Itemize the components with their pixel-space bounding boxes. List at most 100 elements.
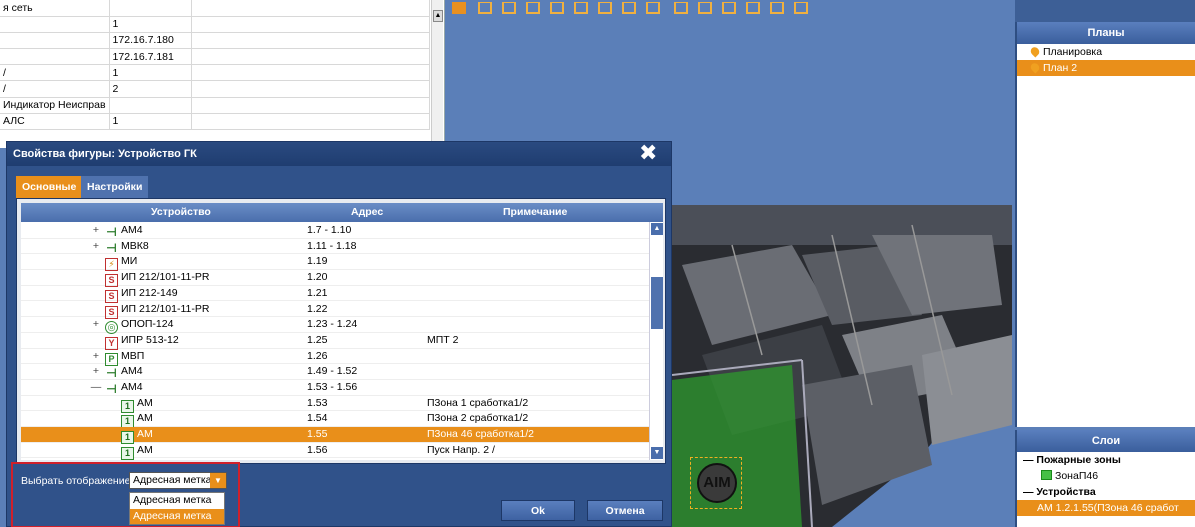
property-grid: я сеть 1 172.16.7.180 172.16.7.181/1/2 Индик… [0,0,445,148]
property-row[interactable]: Индикатор Неисправ [0,97,431,114]
expand-icon[interactable]: + [89,223,103,239]
copy-tool-icon[interactable] [598,2,612,14]
close-icon[interactable]: ✖ [639,142,657,164]
polygon-tool-icon[interactable] [698,2,712,14]
tab-main[interactable]: Основные [16,176,83,198]
device-row[interactable]: 1 АМ 1.53 П3она 1 сработка1/2 [21,396,649,413]
device-cell: ⚡ МИ [89,254,137,272]
property-extra [191,97,431,114]
property-grid-scrollbar[interactable]: ▲ [431,0,443,148]
property-value[interactable]: 1 [109,113,192,131]
property-value[interactable]: 172.16.7.180 [109,32,192,50]
pen-tool-icon[interactable] [478,2,492,14]
property-row[interactable]: АЛС 1 [0,113,431,131]
plan-item-plan-2[interactable]: План 2 [1017,60,1195,76]
device-cell: S ИП 212-149 [89,286,178,303]
view-option-selected[interactable]: Адресная метка [130,508,224,524]
device-row[interactable]: — ⊣ АМ4 1.53 - 1.56 [21,380,649,396]
layer-item-device[interactable]: АМ 1.2.1.55(П3она 46 сработ [1017,500,1195,516]
device-row[interactable]: S ИП 212/101-11-PR 1.20 [21,270,649,288]
device-row[interactable]: + ⊣ МВК8 1.11 - 1.18 [21,239,649,255]
device-row[interactable]: + ⊣ АМ4 1.7 - 1.10 [21,223,649,239]
device-row[interactable]: + ◎ ОПОП-124 1.23 - 1.24 [21,317,649,335]
collapse-icon[interactable]: — [89,380,103,396]
text-tool-icon[interactable] [722,2,736,14]
dialog-title: Свойства фигуры: Устройство ГК [7,142,671,166]
device-row[interactable]: Y ИПР 513-12 1.25 МПТ 2 [21,333,649,350]
property-row[interactable]: /1 [0,64,431,82]
more-tool-icon[interactable] [794,2,808,14]
text-style-tool-icon[interactable] [746,2,760,14]
property-row[interactable]: я сеть [0,0,431,17]
plan-item-layout[interactable]: Планировка [1017,44,1195,60]
property-value[interactable]: 172.16.7.181 [109,48,192,66]
square-tool-icon[interactable] [550,2,564,14]
property-row[interactable]: 172.16.7.180 [0,32,431,50]
device-address: 1.22 [307,302,328,315]
property-value[interactable]: 1 [109,16,192,33]
cancel-button[interactable]: Отмена [587,500,663,521]
layer-group-fire-zones[interactable]: — Пожарные зоны [1017,452,1195,468]
device-row[interactable]: S ИП 212-149 1.21 [21,286,649,303]
expand-icon[interactable]: + [89,239,103,255]
device-note: П3она 2 сработка1/2 [427,412,529,425]
column-header-device[interactable]: Устройство [151,203,211,222]
property-row[interactable]: /2 [0,80,431,98]
device-marker[interactable]: AIM [690,457,742,509]
device-cell: 1 АМ [121,427,153,445]
device-row[interactable]: 1 АМ 1.55 П3она 46 сработка1/2 [21,427,649,445]
drawing-toolbar [452,0,972,18]
property-value[interactable]: 1 [109,64,192,82]
view-option[interactable]: Адресная метка [130,493,224,509]
scroll-up-icon[interactable]: ▲ [433,10,443,22]
property-row[interactable]: 1 [0,16,431,33]
expand-icon[interactable]: + [89,364,103,380]
plans-panel: Планы Планировка План 2 [1015,22,1195,427]
device-note: Пуск Напр. 2 / [427,443,495,456]
device-row[interactable]: 1 АМ 1.54 П3она 2 сработка1/2 [21,411,649,429]
device-row[interactable]: 1 АМ 1.56 Пуск Напр. 2 / [21,443,649,460]
layer-item-zone[interactable]: ЗонаП46 [1017,468,1195,484]
device-name: АМ [137,412,153,425]
column-header-note[interactable]: Примечание [503,203,567,222]
device-tool-icon[interactable] [646,2,660,14]
pointer-tool-icon[interactable] [452,2,466,14]
device-address: 1.53 - 1.56 [307,381,358,393]
device-tree-list[interactable]: + ⊣ АМ4 1.7 - 1.10 + ⊣ МВК8 1.11 - 1.18 ⚡ МИ 1.19 S… [21,222,663,460]
property-value[interactable] [109,97,192,114]
scroll-down-icon[interactable]: ▼ [651,447,663,459]
device-address: 1.54 [307,412,328,425]
device-address: 1.20 [307,271,328,284]
device-row[interactable]: ⚡ МИ 1.19 [21,254,649,272]
column-header-address[interactable]: Адрес [351,203,383,222]
layers-header: Слои [1017,430,1195,452]
edit-tool-icon[interactable] [770,2,784,14]
tab-settings[interactable]: Настройки [81,176,149,198]
expand-icon[interactable]: + [89,349,103,365]
property-name: я сеть [0,0,110,17]
property-value[interactable]: 2 [109,80,192,98]
device-row[interactable]: + ⊣ АМ4 1.49 - 1.52 [21,364,649,380]
zone-tool-icon[interactable] [622,2,636,14]
line-tool-icon[interactable] [674,2,688,14]
layer-group-devices[interactable]: — Устройства [1017,484,1195,500]
device-address: 1.49 - 1.52 [307,365,358,378]
view-select[interactable]: Адресная метка ▼ [129,472,227,489]
shape-tool-icon[interactable] [502,2,516,14]
property-value[interactable] [109,0,192,17]
device-address: 1.26 [307,349,328,362]
scroll-thumb[interactable] [651,277,663,329]
device-list-scrollbar[interactable]: ▲ ▼ [649,222,663,460]
ok-button[interactable]: Ok [501,500,575,521]
device-row[interactable]: + P МВП 1.26 [21,349,649,366]
scroll-up-icon[interactable]: ▲ [651,223,663,235]
property-name [0,48,110,66]
am-device-icon: 1 [121,446,134,460]
image-tool-icon[interactable] [574,2,588,14]
chevron-down-icon[interactable]: ▼ [210,473,226,488]
expand-icon[interactable]: + [89,317,103,333]
device-row[interactable]: S ИП 212/101-11-PR 1.22 [21,302,649,319]
property-row[interactable]: 172.16.7.181 [0,48,431,66]
device-cell: 1 АМ [121,443,153,460]
rectangle-tool-icon[interactable] [526,2,540,14]
